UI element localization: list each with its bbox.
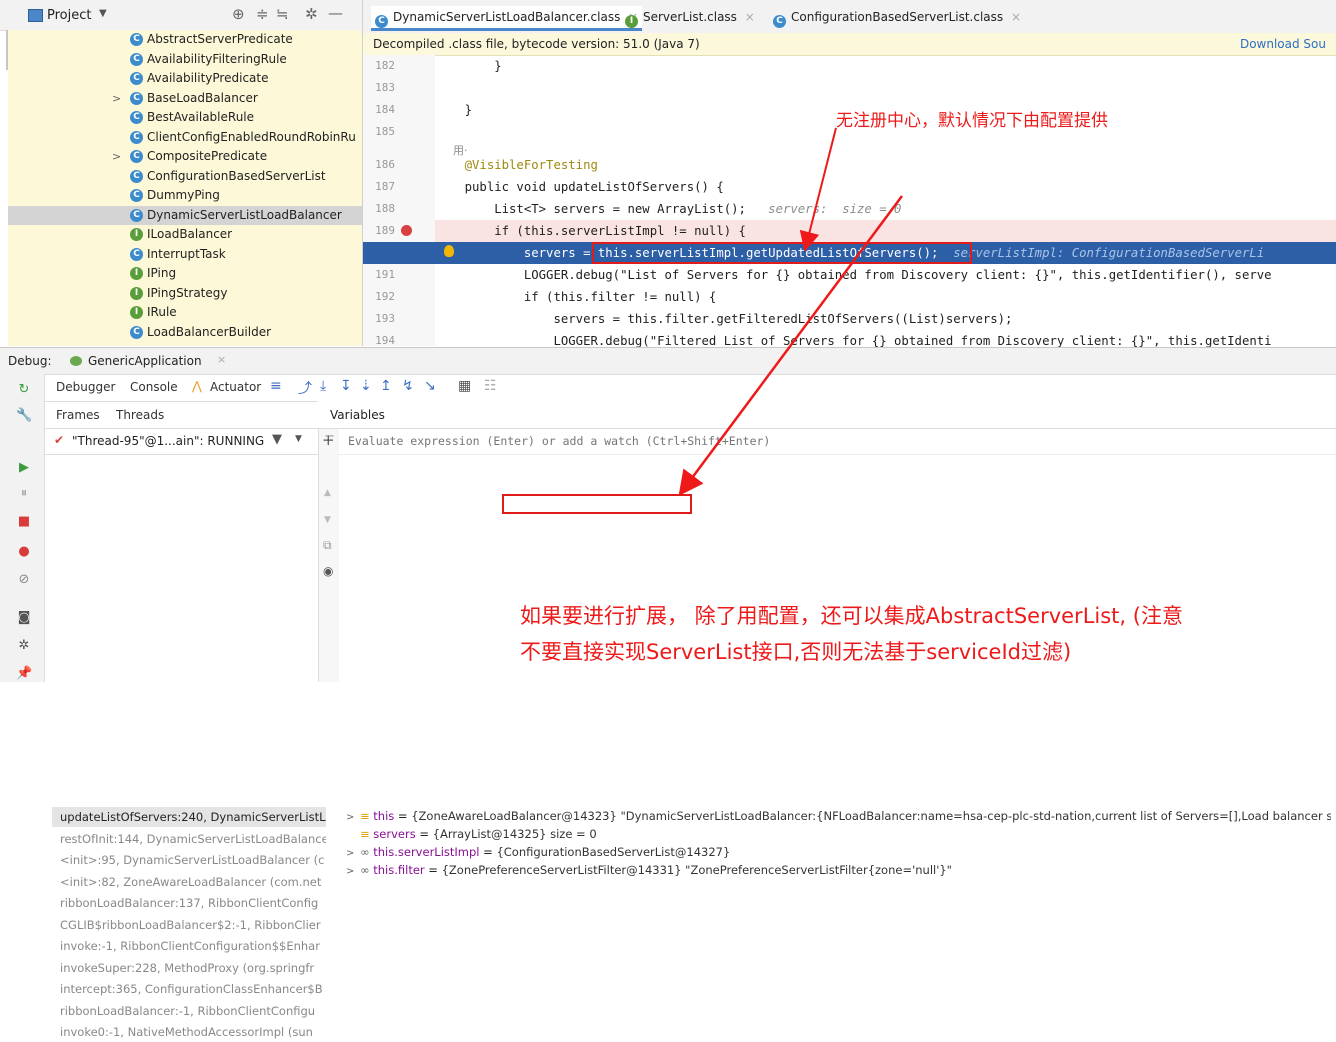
annotation-bottom-line1: 如果要进行扩展， 除了用配置，还可以集成AbstractServerList, … bbox=[520, 604, 1183, 628]
field-icon: ≡ bbox=[360, 827, 374, 841]
variable-row[interactable]: > ∞ this.serverListImpl = {ConfigurationB… bbox=[346, 843, 1331, 861]
field-icon: ≡ bbox=[360, 809, 374, 823]
variable-name: servers bbox=[373, 827, 416, 841]
watch-icon: ∞ bbox=[360, 845, 374, 859]
expand-icon[interactable]: > bbox=[346, 845, 360, 861]
stack-frame[interactable]: intercept:365, ConfigurationClassEnhance… bbox=[52, 979, 326, 999]
variable-value: {ConfigurationBasedServerList@14327} bbox=[496, 845, 731, 859]
annotation-arrows bbox=[678, 127, 904, 497]
stack-frame[interactable]: restOfInit:144, DynamicServerListLoadBal… bbox=[52, 829, 326, 849]
stack-frame[interactable]: ribbonLoadBalancer:-1, RibbonClientConfi… bbox=[52, 1001, 326, 1021]
variable-row[interactable]: > ∞ this.filter = {ZonePreferenceServerLi… bbox=[346, 861, 1331, 879]
variable-row[interactable]: > ≡ this = {ZoneAwareLoadBalancer@14323} … bbox=[346, 807, 1331, 825]
variable-name: this bbox=[373, 809, 395, 823]
expand-icon[interactable]: > bbox=[346, 809, 360, 825]
annotation-bottom-line2: 不要直接实现ServerList接口,否则无法基于serviceId过滤) bbox=[520, 640, 1072, 664]
stack-frame[interactable]: invoke:-1, RibbonClientConfiguration$$En… bbox=[52, 936, 326, 956]
stack-frame[interactable]: invoke0:-1, NativeMethodAccessorImpl (su… bbox=[52, 1022, 326, 1042]
stack-frame[interactable]: updateListOfServers:240, DynamicServerLi… bbox=[52, 807, 326, 827]
variable-name: this.filter bbox=[373, 863, 425, 877]
arrow-highlight bbox=[685, 197, 902, 487]
arrow-to-code bbox=[799, 127, 837, 252]
stack-frame[interactable]: ribbonLoadBalancer:137, RibbonClientConf… bbox=[52, 893, 326, 913]
stack-frame[interactable]: <init>:82, ZoneAwareLoadBalancer (com.ne… bbox=[52, 872, 326, 892]
watch-icon: ∞ bbox=[360, 863, 374, 877]
stack-frame[interactable]: <init>:95, DynamicServerListLoadBalancer… bbox=[52, 850, 326, 870]
stack-frame[interactable]: CGLIB$ribbonLoadBalancer$2:-1, RibbonCli… bbox=[52, 915, 326, 935]
variable-row[interactable]: ≡ servers = {ArrayList@14325} size = 0 bbox=[346, 825, 1331, 843]
expand-icon[interactable]: > bbox=[346, 863, 360, 879]
variable-name: this.serverListImpl bbox=[373, 845, 480, 859]
variable-value: {ZonePreferenceServerListFilter@14331} "… bbox=[441, 863, 952, 877]
stack-frame[interactable]: invokeSuper:228, MethodProxy (org.spring… bbox=[52, 958, 326, 978]
annotation-top: 无注册中心，默认情况下由配置提供 bbox=[836, 111, 1108, 131]
variable-value: {ZoneAwareLoadBalancer@14323} "DynamicSe… bbox=[411, 809, 1331, 823]
variable-value: {ArrayList@14325} size = 0 bbox=[432, 827, 597, 841]
